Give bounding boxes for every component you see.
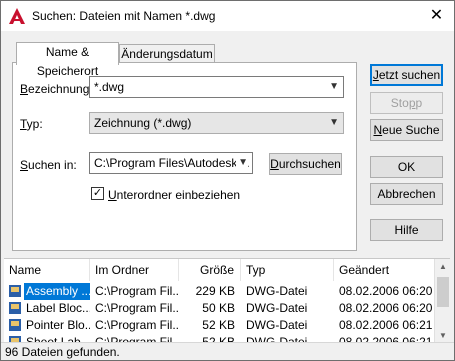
column-header-folder[interactable]: Im Ordner — [90, 259, 179, 281]
column-header-modified[interactable]: Geändert — [334, 259, 434, 281]
column-header-size[interactable]: Größe — [179, 259, 241, 281]
help-button[interactable]: Hilfe — [370, 219, 443, 241]
cancel-button[interactable]: Abbrechen — [370, 183, 443, 205]
search-now-label-rest: etzt suchen — [378, 68, 441, 82]
subfolders-label-rest: nterordner einbeziehen — [116, 188, 241, 202]
cell-size: 50 KB — [202, 301, 235, 315]
cell-modified: 08.02.2006 06:20 — [339, 284, 433, 298]
cell-name: Assembly ... — [24, 283, 90, 300]
tab-name-location[interactable]: Name & Speicherort — [16, 42, 119, 78]
status-bar: 96 Dateien gefunden. — [1, 342, 454, 360]
dwg-file-icon — [9, 302, 21, 314]
scroll-down-icon[interactable]: ▼ — [435, 331, 450, 340]
table-row[interactable]: Pointer Blo... C:\Program Fil... 52 KB D… — [4, 317, 434, 334]
search-dialog: Suchen: Dateien mit Namen *.dwg ✕ Name &… — [0, 0, 455, 361]
cell-name: Label Bloc... — [26, 301, 90, 315]
column-header-type[interactable]: Typ — [241, 259, 334, 281]
cell-modified: 08.02.2006 06:20 — [339, 301, 433, 315]
cell-name: Pointer Blo... — [26, 318, 90, 332]
cell-folder: C:\Program Fil... — [95, 301, 179, 315]
dwg-file-icon — [9, 285, 21, 297]
type-label: Typ: — [20, 117, 43, 131]
cell-type: DWG-Datei — [246, 301, 308, 315]
new-search-button[interactable]: Neue Suche — [370, 119, 443, 141]
subfolders-checkbox[interactable]: ✓ — [91, 187, 104, 200]
lookin-label-rest: uchen in: — [28, 158, 77, 172]
cell-folder: C:\Program Fil... — [95, 318, 179, 332]
subfolders-label: Unterordner einbeziehen — [108, 188, 241, 202]
chevron-down-icon[interactable]: ▼ — [329, 77, 339, 97]
column-header-name[interactable]: Name — [4, 259, 90, 281]
lookin-combobox[interactable]: C:\Program Files\Autodesk\A ▼ — [89, 152, 253, 174]
title-bar: Suchen: Dateien mit Namen *.dwg ✕ — [1, 1, 454, 31]
window-title: Suchen: Dateien mit Namen *.dwg — [32, 9, 216, 23]
autocad-logo-icon — [9, 8, 25, 24]
stop-button[interactable]: Stopp — [370, 92, 443, 114]
ok-button[interactable]: OK — [370, 156, 443, 178]
browse-label-rest: urchsuchen — [278, 157, 341, 171]
close-icon[interactable]: ✕ — [419, 1, 454, 31]
table-row[interactable]: Assembly ... C:\Program Fil... 229 KB DW… — [4, 283, 434, 300]
scroll-up-icon[interactable]: ▲ — [435, 262, 450, 271]
scroll-thumb[interactable] — [437, 277, 449, 307]
chevron-down-icon[interactable]: ▼ — [236, 153, 248, 173]
results-list[interactable]: Name Im Ordner Größe Typ Geändert Assemb… — [4, 258, 450, 343]
type-select[interactable]: Zeichnung (*.dwg) ▼ — [89, 112, 344, 134]
cell-type: DWG-Datei — [246, 284, 308, 298]
vertical-scrollbar[interactable]: ▲ ▼ — [434, 259, 450, 343]
cell-size: 52 KB — [202, 318, 235, 332]
name-value: *.dwg — [94, 80, 125, 94]
tab-modified-date[interactable]: Änderungsdatum — [119, 44, 215, 64]
chevron-down-icon[interactable]: ▼ — [329, 113, 339, 133]
cell-modified: 08.02.2006 06:21 — [339, 318, 433, 332]
type-value: Zeichnung (*.dwg) — [94, 116, 192, 130]
type-label-rest: yp: — [26, 117, 43, 131]
name-label-rest: ezeichnung: — [28, 82, 93, 96]
lookin-label: Suchen in: — [20, 158, 77, 172]
new-search-label-rest: eue Suche — [382, 123, 440, 137]
cell-size: 229 KB — [195, 284, 235, 298]
dwg-file-icon — [9, 319, 21, 331]
table-row[interactable]: Label Bloc... C:\Program Fil... 50 KB DW… — [4, 300, 434, 317]
browse-button[interactable]: Durchsuchen — [269, 153, 342, 175]
cell-folder: C:\Program Fil... — [95, 284, 179, 298]
name-label: Bezeichnung: — [20, 82, 93, 96]
lookin-value: C:\Program Files\Autodesk\A — [94, 156, 249, 170]
name-combobox[interactable]: *.dwg ▼ — [89, 76, 344, 98]
search-now-button[interactable]: Jetzt suchen — [370, 64, 443, 86]
cell-type: DWG-Datei — [246, 318, 308, 332]
